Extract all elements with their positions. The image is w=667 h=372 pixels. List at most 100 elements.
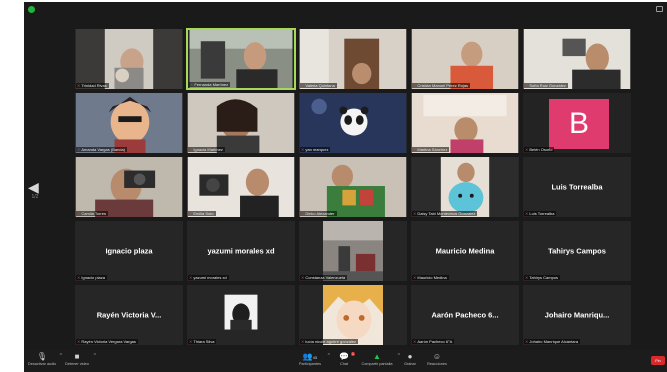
microphone-icon: 🎙 — [36, 352, 48, 361]
participant-tile[interactable]: ✕lucía nicole aguirre gonzalez — [298, 284, 408, 346]
muted-mic-icon: ✕ — [77, 275, 81, 280]
participants-button[interactable]: 👥45 Participantes ^ — [296, 352, 330, 367]
chat-unread-badge: 1 — [351, 352, 355, 356]
video-camera-icon: ■ — [74, 352, 80, 361]
participant-display-name: yazumi morales xd — [207, 246, 275, 256]
participant-name-label: ✕Ignacia Martínez — [188, 147, 225, 152]
muted-mic-icon: ✕ — [413, 83, 417, 88]
muted-mic-icon: ✕ — [77, 147, 81, 152]
participant-name-label: ✕Johairo Manrique Alcántara — [524, 339, 581, 344]
participant-tile[interactable]: Tahirys Campos ✕Tahirys Campos — [522, 220, 632, 282]
muted-mic-icon: ✕ — [189, 211, 193, 216]
muted-mic-icon: ✕ — [301, 211, 305, 216]
record-button[interactable]: ● Grabar — [402, 352, 418, 367]
participant-name-label: ✕Thiara Silva — [188, 339, 217, 344]
chat-icon: 💬 — [339, 352, 349, 361]
muted-mic-icon: ✕ — [413, 275, 417, 280]
participant-tile-active-speaker[interactable]: ✕Fernanda Martínez — [186, 28, 296, 90]
participant-tile[interactable]: ✕Sofía Ruiz González — [522, 28, 632, 90]
participant-tile[interactable]: ✕Valeria Quintana — [298, 28, 408, 90]
participant-video — [411, 157, 519, 217]
participant-tile[interactable]: Rayén Victoria V... ✕Rayén Victoria Verg… — [74, 284, 184, 346]
muted-mic-icon: ✕ — [413, 147, 417, 152]
participant-name-label: ✕Valeria Quintana — [300, 83, 337, 88]
participant-video — [299, 221, 407, 281]
participant-tile[interactable]: ✕Cristián Manuel Pérez Rojas — [410, 28, 520, 90]
participant-tile[interactable]: ✕Amanda Vargas (Banda) — [74, 92, 184, 154]
share-screen-icon: ▲ — [373, 352, 381, 361]
participant-tile[interactable]: ✕Ignacia Martínez — [186, 92, 296, 154]
muted-mic-icon: ✕ — [189, 339, 193, 344]
reactions-icon: ☺ — [432, 352, 442, 361]
participant-tile[interactable]: yazumi morales xd ✕yazumi morales xd — [186, 220, 296, 282]
participant-tile[interactable]: Aarón Pacheco 6... ✕Aarón Pacheco 6°A — [410, 284, 520, 346]
participant-name-label: ✕yazumi morales xd — [188, 275, 229, 280]
muted-mic-icon: ✕ — [301, 147, 305, 152]
participant-video — [411, 29, 519, 89]
stop-video-button[interactable]: ■ Detener video ^ — [64, 352, 96, 367]
participant-name-label: ✕Emilia Soto — [188, 211, 216, 216]
participant-display-name: Luis Torrealba — [551, 182, 603, 192]
participant-tile[interactable]: ✕Thiara Silva — [186, 284, 296, 346]
participant-name-label: ✕Belén Osorio — [524, 147, 555, 152]
muted-mic-icon: ✕ — [77, 211, 81, 216]
participant-tile[interactable]: ✕Constanza Valenzuela — [298, 220, 408, 282]
participant-name-label: ✕Rayén Victoria Vergara Vargas — [76, 339, 138, 344]
participant-video — [411, 93, 519, 153]
participant-name-label: ✕Daisy Tabi Montecinos Gonzalez — [412, 211, 478, 216]
participant-tile[interactable]: Johairo Manriqu... ✕Johairo Manrique Alc… — [522, 284, 632, 346]
participant-name-label: ✕Sofía Ruiz González — [524, 83, 568, 88]
participant-display-name: Ignacio plaza — [105, 246, 153, 256]
participant-tile[interactable]: ✕Trinidad Rivas — [74, 28, 184, 90]
participant-tile[interactable]: B ✕Belén Osorio — [522, 92, 632, 154]
fullscreen-icon[interactable] — [656, 6, 663, 12]
reactions-button[interactable]: ☺ Reacciones — [426, 352, 448, 367]
participant-video — [299, 157, 407, 217]
muted-mic-icon: ✕ — [301, 339, 305, 344]
participant-display-name: Tahirys Campos — [548, 246, 606, 256]
participant-name-label: ✕Martina Sánchez — [412, 147, 450, 152]
participant-name-label: ✕Camila Torres — [76, 211, 108, 216]
gallery-view-grid: ✕Trinidad Rivas ✕Fernanda Martínez ✕Vale… — [74, 28, 632, 346]
participant-tile[interactable]: ✕Camila Torres — [74, 156, 184, 218]
participant-tile[interactable]: Luis Torrealba ✕Luis Torrealba — [522, 156, 632, 218]
participant-tile[interactable]: ✕Dinko Alexander — [298, 156, 408, 218]
muted-mic-icon: ✕ — [525, 83, 529, 88]
participant-video — [187, 285, 295, 345]
participant-name-label: ✕lucía nicole aguirre gonzalez — [300, 339, 359, 344]
muted-mic-icon: ✕ — [189, 147, 193, 152]
participant-tile[interactable]: ✕Daisy Tabi Montecinos Gonzalez — [410, 156, 520, 218]
participant-video — [187, 93, 295, 153]
participant-tile[interactable]: ✕Martina Sánchez — [410, 92, 520, 154]
participant-tile[interactable]: ✕Emilia Soto — [186, 156, 296, 218]
audio-options-caret-icon[interactable]: ^ — [60, 353, 62, 359]
muted-mic-icon: ✕ — [525, 211, 529, 216]
participant-name-label: ✕Trinidad Rivas — [76, 83, 109, 88]
record-icon: ● — [407, 352, 413, 361]
share-screen-button[interactable]: ▲ Compartir pantalla ^ — [360, 352, 400, 367]
security-shield-icon[interactable] — [28, 6, 35, 13]
muted-mic-icon: ✕ — [413, 339, 417, 344]
participants-options-caret-icon[interactable]: ^ — [328, 353, 330, 359]
participant-name-label: ✕Mauricio Medina — [412, 275, 449, 280]
end-meeting-button[interactable]: Fin — [651, 356, 665, 365]
participant-display-name: Johairo Manriqu... — [544, 310, 610, 320]
muted-mic-icon: ✕ — [413, 211, 417, 216]
participant-tile[interactable]: Ignacio plaza ✕Ignacio plaza — [74, 220, 184, 282]
muted-mic-icon: ✕ — [190, 82, 194, 87]
zoom-meeting-window: ◀ 1/2 ✕Trinidad Rivas ✕Fernanda Martínez … — [24, 2, 667, 372]
video-options-caret-icon[interactable]: ^ — [94, 353, 96, 359]
participant-video — [187, 157, 295, 217]
participant-display-name: Rayén Victoria V... — [96, 310, 162, 320]
share-options-caret-icon[interactable]: ^ — [398, 353, 400, 359]
participant-tile[interactable]: Mauricio Medina ✕Mauricio Medina — [410, 220, 520, 282]
participant-name-label: ✕Ignacio plaza — [76, 275, 107, 280]
page-indicator: 1/2 — [31, 194, 39, 200]
participant-video — [75, 157, 183, 217]
previous-page-arrow-icon[interactable]: ◀ 1/2 — [28, 180, 42, 202]
muted-mic-icon: ✕ — [525, 275, 529, 280]
participant-tile[interactable]: ✕yan marquez — [298, 92, 408, 154]
muted-mic-icon: ✕ — [301, 275, 305, 280]
mute-audio-button[interactable]: 🎙 Desactivar audio ^ — [28, 352, 62, 367]
chat-button[interactable]: 💬 1 Chat — [336, 352, 355, 367]
